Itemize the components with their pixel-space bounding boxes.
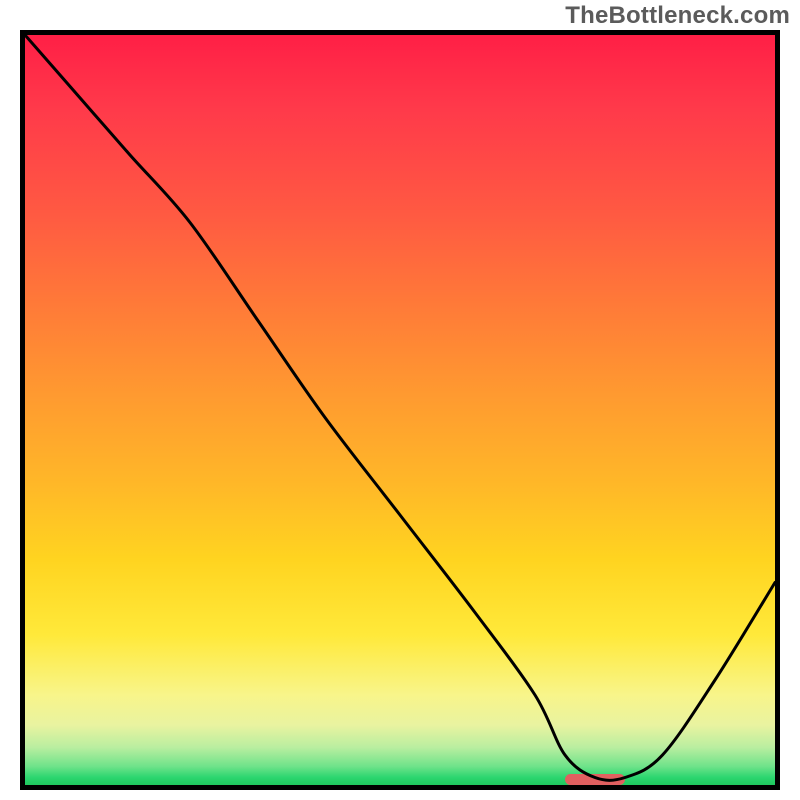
chart-container: TheBottleneck.com xyxy=(0,0,800,800)
curve-path xyxy=(25,35,775,780)
bottleneck-curve xyxy=(25,35,775,785)
watermark-text: TheBottleneck.com xyxy=(565,2,790,30)
plot-area xyxy=(20,30,780,790)
